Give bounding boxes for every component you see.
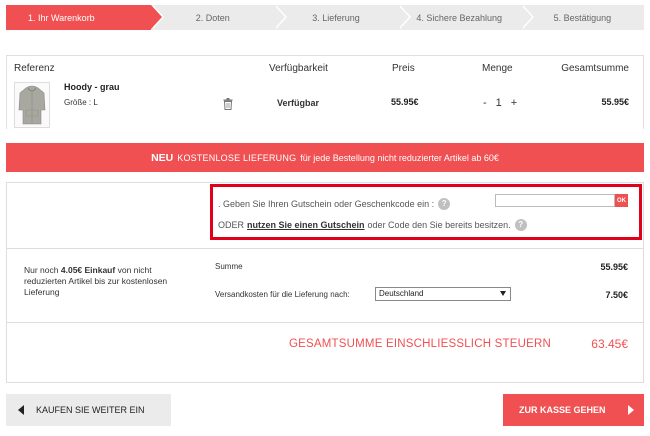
quantity-increase-button[interactable]: + bbox=[511, 97, 517, 109]
continue-shopping-label: KAUFEN SIE WEITER EIN bbox=[36, 405, 145, 415]
shipping-country-value: Deutschland bbox=[379, 289, 424, 298]
coupon-ok-button[interactable]: OK bbox=[615, 194, 628, 207]
divider bbox=[7, 248, 643, 249]
quantity-value: 1 bbox=[495, 97, 502, 109]
quantity-decrease-button[interactable]: - bbox=[483, 97, 487, 109]
step-label: 3. Lieferung bbox=[312, 12, 360, 23]
hoodie-icon bbox=[18, 85, 46, 125]
help-icon[interactable]: ? bbox=[514, 219, 527, 231]
divider bbox=[7, 322, 643, 323]
use-voucher-link[interactable]: nutzen Sie einen Gutschein bbox=[247, 220, 365, 230]
header-availability: Verfügbarkeit bbox=[269, 63, 328, 74]
product-total: 55.95€ bbox=[601, 97, 629, 107]
step-label: 1. Ihr Warenkorb bbox=[28, 12, 95, 23]
free-shipping-note: Nur noch 4.05€ Einkauf von nicht reduzie… bbox=[24, 265, 194, 298]
arrow-right-icon bbox=[628, 405, 634, 415]
subtotal-label: Summe bbox=[215, 262, 243, 271]
help-icon[interactable]: ? bbox=[438, 198, 451, 210]
free-note-prefix: Nur noch bbox=[24, 265, 59, 275]
shipping-label: Versandkosten für die Lieferung nach: bbox=[215, 290, 350, 299]
grand-total-label: GESAMTSUMME EINSCHLIESSLICH STEUERN bbox=[289, 338, 551, 350]
coupon-section: . Geben Sie Ihren Gutschein oder Geschen… bbox=[210, 184, 642, 240]
checkout-label: ZUR KASSE GEHEN bbox=[519, 405, 606, 415]
checkout-steps: 1. Ihr Warenkorb 2. Doten 3. Lieferung 4… bbox=[6, 5, 644, 30]
banner-text: für jede Bestellung nicht reduzierter Ar… bbox=[300, 152, 499, 163]
coupon-oder: ODER bbox=[218, 220, 245, 230]
header-reference: Referenz bbox=[14, 63, 55, 74]
free-shipping-banner: NEU KOSTENLOSE LIEFERUNG für jede Bestel… bbox=[6, 143, 644, 172]
trash-icon[interactable] bbox=[223, 98, 233, 110]
product-availability: Verfügbar bbox=[277, 98, 320, 108]
step-cart[interactable]: 1. Ihr Warenkorb bbox=[6, 5, 165, 30]
chevron-down-icon bbox=[500, 291, 506, 296]
coupon-prompt: . Geben Sie Ihren Gutschein oder Geschen… bbox=[218, 198, 451, 210]
coupon-alternative: ODER nutzen Sie einen Gutschein oder Cod… bbox=[218, 219, 527, 231]
step-data[interactable]: 2. Doten bbox=[151, 5, 288, 30]
arrow-left-icon bbox=[18, 405, 24, 415]
header-total: Gesamtsumme bbox=[561, 63, 629, 74]
step-label: 5. Bestätigung bbox=[553, 12, 612, 23]
header-price: Preis bbox=[392, 63, 415, 74]
shipping-value: 7.50€ bbox=[605, 290, 628, 300]
step-delivery[interactable]: 3. Lieferung bbox=[274, 5, 411, 30]
grand-total-value: 63.45€ bbox=[591, 337, 628, 351]
quantity-stepper: - 1 + bbox=[483, 97, 517, 109]
coupon-input[interactable] bbox=[495, 194, 615, 207]
product-price: 55.95€ bbox=[391, 97, 419, 107]
checkout-button[interactable]: ZUR KASSE GEHEN bbox=[503, 394, 644, 426]
product-image[interactable] bbox=[14, 82, 50, 128]
order-summary: . Geben Sie Ihren Gutschein oder Geschen… bbox=[6, 182, 644, 383]
banner-new: NEU bbox=[151, 151, 174, 164]
product-size: Größe : L bbox=[64, 98, 98, 107]
step-label: 2. Doten bbox=[195, 12, 230, 23]
free-note-amount: 4.05€ Einkauf bbox=[60, 265, 116, 275]
header-quantity: Menge bbox=[482, 63, 513, 74]
banner-free-delivery: KOSTENLOSE LIEFERUNG bbox=[177, 152, 297, 163]
product-name[interactable]: Hoody - grau bbox=[64, 82, 120, 92]
continue-shopping-button[interactable]: KAUFEN SIE WEITER EIN bbox=[6, 394, 171, 426]
step-confirmation[interactable]: 5. Bestätigung bbox=[521, 5, 644, 30]
step-payment[interactable]: 4. Sichere Bezahlung bbox=[398, 5, 534, 30]
shipping-country-select[interactable]: Deutschland bbox=[375, 287, 511, 301]
cart-table: Referenz Verfügbarkeit Preis Menge Gesam… bbox=[6, 55, 644, 129]
coupon-prompt-text: . Geben Sie Ihren Gutschein oder Geschen… bbox=[218, 199, 435, 209]
step-label: 4. Sichere Bezahlung bbox=[416, 12, 502, 23]
subtotal-value: 55.95€ bbox=[600, 262, 628, 272]
coupon-alt-text: oder Code den Sie bereits besitzen. bbox=[367, 220, 511, 230]
